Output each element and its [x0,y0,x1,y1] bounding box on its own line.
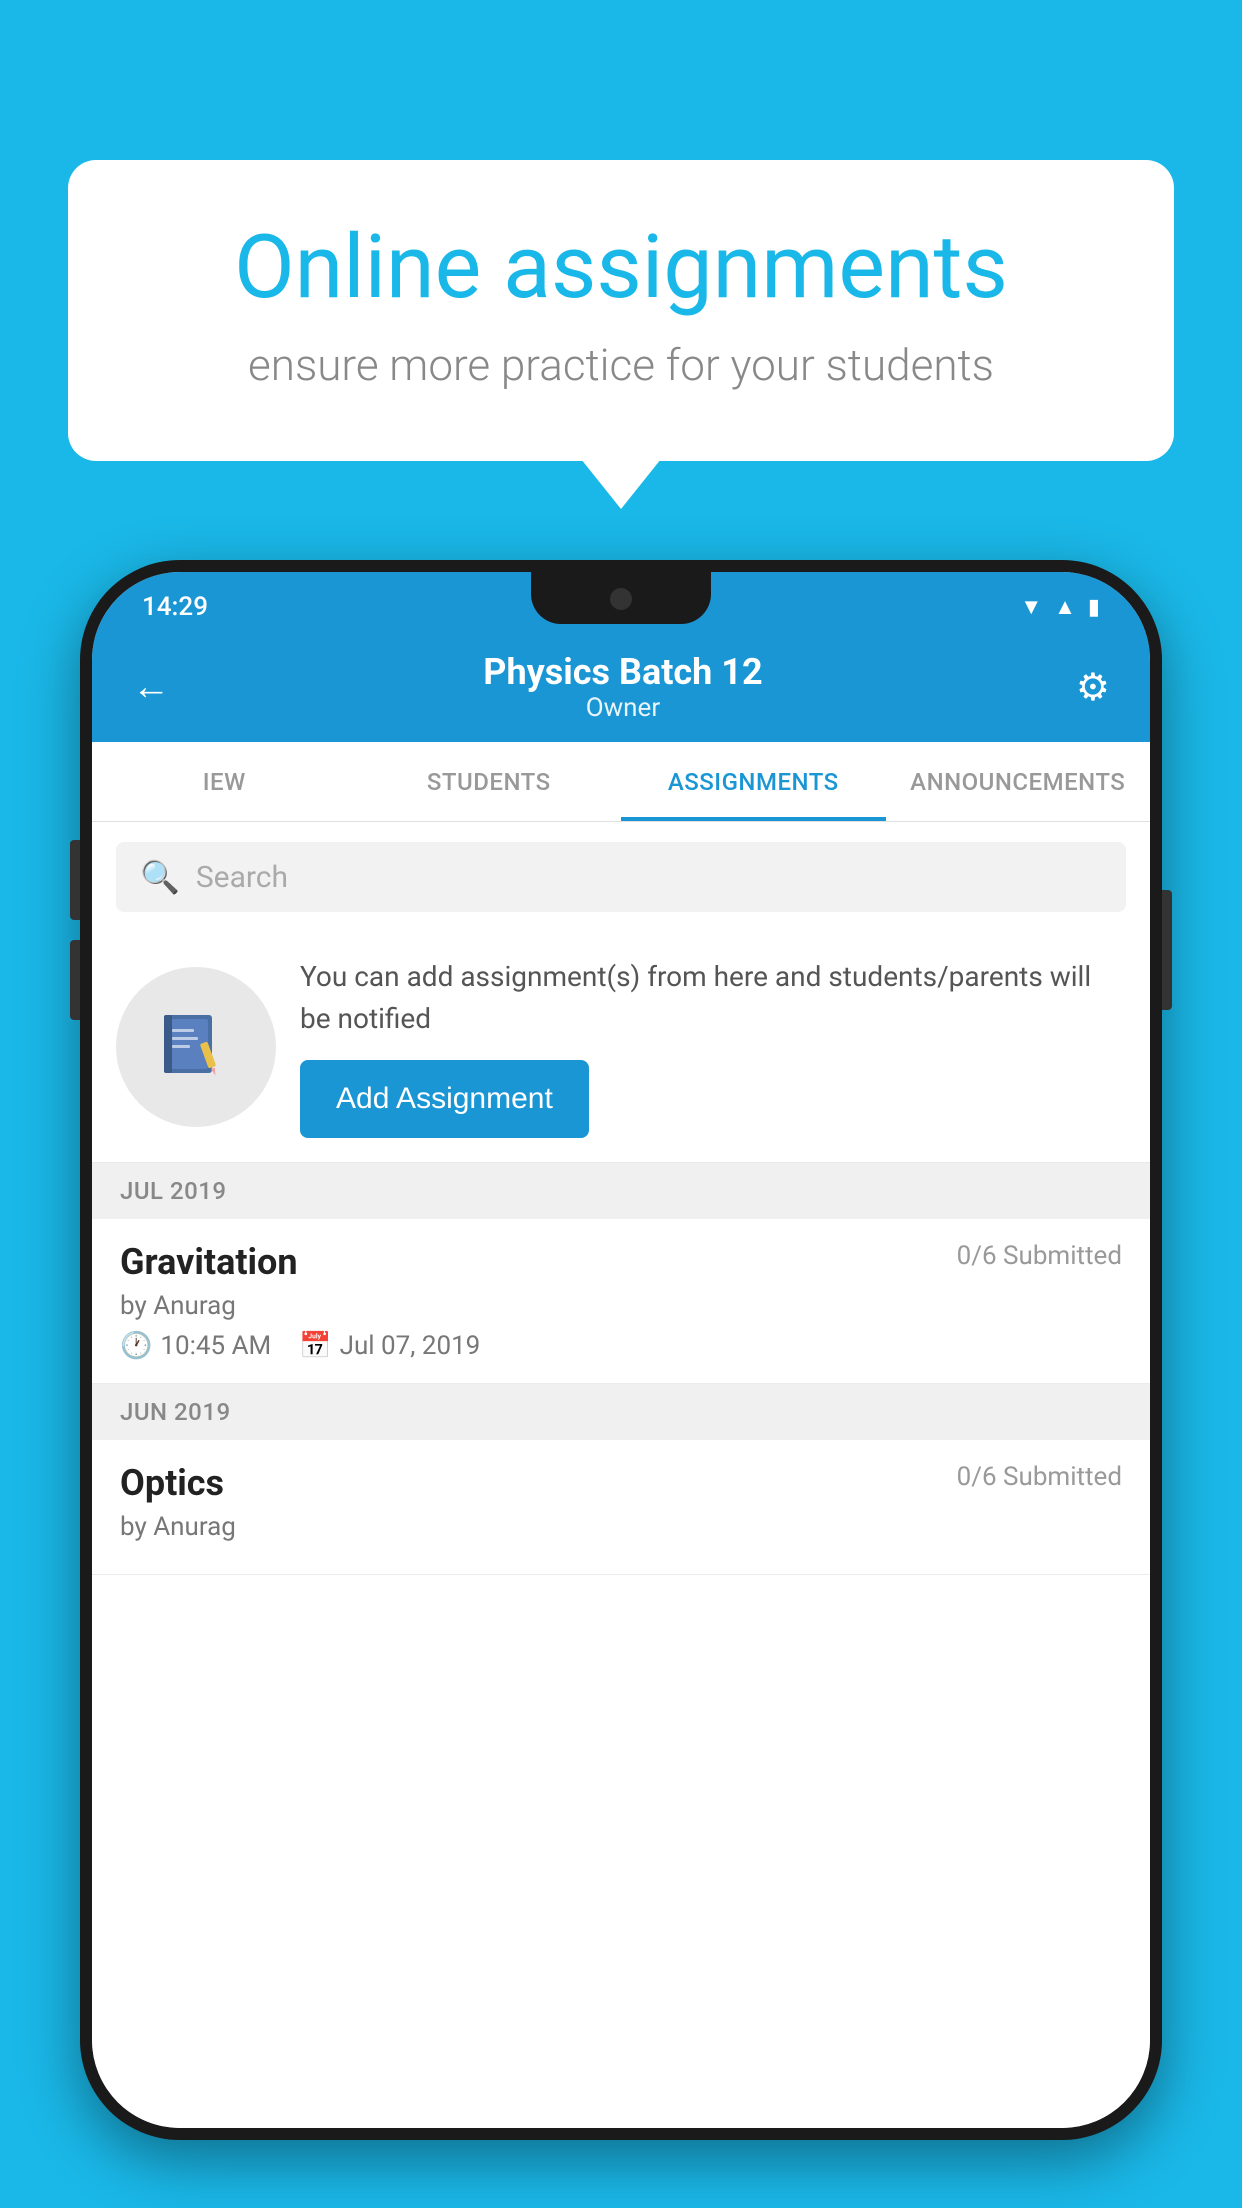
tab-students[interactable]: STUDENTS [357,742,622,821]
phone-outer: 14:29 ▼ ▲ ▮ ← Physics Batch 12 Owner ⚙ [80,560,1162,2140]
assignment-submitted-gravitation: 0/6 Submitted [957,1241,1122,1271]
tab-iew[interactable]: IEW [92,742,357,821]
speech-bubble-container: Online assignments ensure more practice … [68,160,1174,461]
volume-up-button [70,840,80,920]
volume-down-button [70,940,80,1020]
power-button [1162,890,1172,1010]
assignment-time-gravitation: 🕐 10:45 AM [120,1331,271,1361]
assignment-author-optics: by Anurag [120,1512,1122,1542]
assignment-item-header: Gravitation 0/6 Submitted [120,1241,1122,1283]
search-icon: 🔍 [140,858,180,896]
speech-bubble-subtitle: ensure more practice for your students [148,339,1094,391]
phone-screen: 14:29 ▼ ▲ ▮ ← Physics Batch 12 Owner ⚙ [92,572,1150,2128]
info-section: You can add assignment(s) from here and … [92,932,1150,1163]
status-icons: ▼ ▲ ▮ [1020,594,1100,620]
batch-subtitle: Owner [483,693,762,723]
month-separator-jun: JUN 2019 [92,1384,1150,1440]
back-button[interactable]: ← [132,665,170,709]
phone-camera [610,588,632,610]
assignment-meta-gravitation: 🕐 10:45 AM 📅 Jul 07, 2019 [120,1331,1122,1361]
tab-bar: IEW STUDENTS ASSIGNMENTS ANNOUNCEMENTS [92,742,1150,822]
search-bar: 🔍 Search [92,822,1150,932]
batch-title: Physics Batch 12 [483,651,762,693]
assignment-icon-circle [116,967,276,1127]
settings-icon[interactable]: ⚙ [1076,665,1110,710]
wifi-icon: ▼ [1020,594,1042,620]
notebook-icon [156,1007,236,1087]
assignment-author-gravitation: by Anurag [120,1291,1122,1321]
speech-bubble: Online assignments ensure more practice … [68,160,1174,461]
app-bar: ← Physics Batch 12 Owner ⚙ [92,632,1150,742]
phone-notch [531,572,711,624]
info-text: You can add assignment(s) from here and … [300,956,1126,1138]
calendar-icon: 📅 [299,1331,331,1361]
app-bar-title: Physics Batch 12 Owner [483,651,762,723]
assignment-item-gravitation[interactable]: Gravitation 0/6 Submitted by Anurag 🕐 10… [92,1219,1150,1384]
assignment-item-optics[interactable]: Optics 0/6 Submitted by Anurag [92,1440,1150,1575]
add-assignment-button[interactable]: Add Assignment [300,1060,589,1138]
battery-icon: ▮ [1088,595,1100,620]
assignment-title-gravitation: Gravitation [120,1241,298,1283]
tab-announcements[interactable]: ANNOUNCEMENTS [886,742,1151,821]
speech-bubble-title: Online assignments [148,220,1094,317]
assignment-submitted-optics: 0/6 Submitted [957,1462,1122,1492]
assignment-item-header-optics: Optics 0/6 Submitted [120,1462,1122,1504]
status-time: 14:29 [142,592,208,622]
tab-assignments[interactable]: ASSIGNMENTS [621,742,886,821]
content-area: 🔍 Search [92,822,1150,2128]
phone-container: 14:29 ▼ ▲ ▮ ← Physics Batch 12 Owner ⚙ [80,560,1162,2140]
search-input-container[interactable]: 🔍 Search [116,842,1126,912]
month-separator-jul: JUL 2019 [92,1163,1150,1219]
info-description: You can add assignment(s) from here and … [300,956,1126,1040]
search-placeholder: Search [196,860,288,895]
signal-icon: ▲ [1054,594,1076,620]
assignment-date-gravitation: 📅 Jul 07, 2019 [299,1331,480,1361]
assignment-title-optics: Optics [120,1462,224,1504]
clock-icon: 🕐 [120,1331,152,1361]
